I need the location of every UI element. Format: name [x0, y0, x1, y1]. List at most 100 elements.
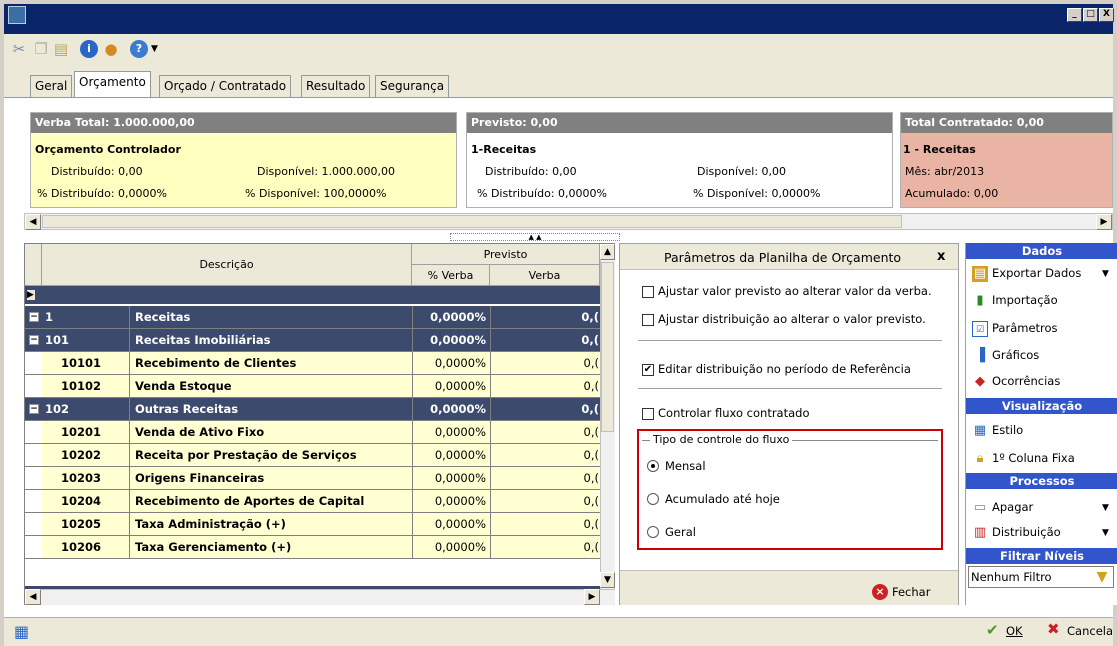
row-pct-verba[interactable]: 0,0000%	[413, 513, 486, 535]
radio-mensal[interactable]	[647, 460, 659, 472]
radio-acumulado[interactable]	[647, 493, 659, 505]
grid-scroll-down-button[interactable]: ▼	[600, 572, 615, 588]
col-verba-header[interactable]: Verba	[490, 265, 600, 286]
row-verba[interactable]: 0,(	[491, 421, 599, 443]
row-verba[interactable]: 0,(	[491, 536, 599, 558]
row-pct-verba[interactable]: 0,0000%	[413, 352, 486, 374]
table-row[interactable]: 10201 Venda de Ativo Fixo 0,0000% 0,(	[25, 421, 600, 444]
opt2-checkbox[interactable]	[642, 314, 654, 326]
sidebar-item-ocorrencias[interactable]: ◆ Ocorrências	[972, 371, 1060, 391]
grid-scroll-left-button[interactable]: ◀	[25, 589, 41, 605]
col-pct-verba-header[interactable]: % Verba	[412, 265, 490, 286]
table-row[interactable]: 10202 Receita por Prestação de Serviços 0,…	[25, 444, 600, 467]
column-divider	[129, 513, 130, 536]
selected-row[interactable]	[25, 286, 600, 304]
table-row[interactable]: 10102 Venda Estoque 0,0000% 0,(	[25, 375, 600, 398]
table-row[interactable]: 10205 Taxa Administração (+) 0,0000% 0,(	[25, 513, 600, 536]
sidebar-item-exportar[interactable]: ▤ Exportar Dados	[972, 263, 1081, 283]
maximize-button[interactable]: □	[1083, 8, 1098, 22]
sidebar-item-distribuicao[interactable]: ▥ Distribuição	[972, 522, 1061, 542]
info-icon[interactable]: i	[80, 40, 98, 58]
contratado-card-head: Total Contratado: 0,00	[901, 113, 1112, 133]
table-row[interactable]: −101 Receitas Imobiliárias 0,0000% 0,(	[25, 329, 600, 352]
fechar-icon[interactable]: ×	[872, 584, 888, 600]
previsto-disponivel: Disponível: 0,00	[697, 165, 787, 178]
grid-scroll-right-button[interactable]: ▶	[584, 589, 600, 605]
scroll-left-button[interactable]: ◀	[25, 214, 41, 230]
row-verba[interactable]: 0,(	[491, 513, 599, 535]
row-pct-verba[interactable]: 0,0000%	[413, 375, 486, 397]
sidebar-item-coluna-fixa[interactable]: 🔒︎ 1º Coluna Fixa	[972, 448, 1075, 468]
table-row[interactable]: 10206 Taxa Gerenciamento (+) 0,0000% 0,(	[25, 536, 600, 559]
grid-scroll-thumb[interactable]	[601, 262, 614, 432]
row-verba[interactable]: 0,(	[491, 467, 599, 489]
row-pct-verba[interactable]: 0,0000%	[413, 306, 486, 328]
exportar-dropdown-arrow-icon[interactable]: ▼	[1102, 269, 1109, 279]
distribuicao-dropdown-arrow-icon[interactable]: ▼	[1102, 528, 1109, 538]
filtro-value: Nenhum Filtro	[971, 570, 1052, 584]
collapse-icon[interactable]: −	[29, 335, 39, 345]
row-pct-verba[interactable]: 0,0000%	[413, 536, 486, 558]
tab-orcado-contratado[interactable]: Orçado / Contratado	[159, 75, 292, 97]
cancel-icon[interactable]: ✖	[1047, 620, 1060, 638]
row-pct-verba[interactable]: 0,0000%	[413, 421, 486, 443]
row-verba[interactable]: 0,(	[491, 444, 599, 466]
opt1-checkbox[interactable]	[642, 286, 654, 298]
user-icon[interactable]: ●	[102, 40, 120, 58]
ok-icon[interactable]: ✔	[986, 621, 999, 639]
row-pct-verba[interactable]: 0,0000%	[413, 490, 486, 512]
table-row[interactable]: 10101 Recebimento de Clientes 0,0000% 0,(	[25, 352, 600, 375]
row-verba[interactable]: 0,(	[491, 490, 599, 512]
distribuicao-label: Distribuição	[992, 525, 1061, 539]
row-verba[interactable]: 0,(	[491, 352, 599, 374]
table-row[interactable]: 10203 Origens Financeiras 0,0000% 0,(	[25, 467, 600, 490]
scroll-right-button[interactable]: ▶	[1096, 214, 1112, 230]
splitter-handle[interactable]: ▲ ▲	[450, 233, 620, 241]
grid-scroll-up-button[interactable]: ▲	[600, 244, 615, 260]
row-pct-verba[interactable]: 0,0000%	[413, 398, 486, 420]
cards-scroll-thumb[interactable]	[42, 215, 902, 228]
opt3-checkbox[interactable]: ✔	[642, 364, 654, 376]
sidebar-item-parametros[interactable]: ☑ Parâmetros	[972, 318, 1058, 338]
row-verba[interactable]: 0,(	[491, 375, 599, 397]
help-icon[interactable]: ?	[130, 40, 148, 58]
tab-geral[interactable]: Geral	[30, 75, 73, 97]
copy-icon[interactable]: ❐	[32, 40, 50, 58]
row-verba[interactable]: 0,(	[491, 329, 599, 351]
col-descricao-header[interactable]: Descrição	[42, 244, 412, 286]
verba-pct-distribuido: % Distribuído: 0,0000%	[37, 187, 167, 200]
row-pct-verba[interactable]: 0,0000%	[413, 444, 486, 466]
grid-horizontal-scrollbar[interactable]	[25, 589, 615, 605]
tab-orcamento[interactable]: Orçamento	[74, 71, 151, 98]
table-row[interactable]: 10204 Recebimento de Aportes de Capital 0,…	[25, 490, 600, 513]
close-window-button[interactable]: X	[1099, 8, 1114, 22]
tab-resultado[interactable]: Resultado	[301, 75, 371, 97]
ok-button[interactable]: OK	[1006, 624, 1023, 638]
fechar-button[interactable]: Fechar	[892, 585, 930, 599]
cut-icon[interactable]: ✂	[10, 40, 28, 58]
cancel-button[interactable]: Cancela	[1067, 624, 1113, 638]
help-dropdown-arrow-icon[interactable]: ▼	[151, 44, 158, 54]
row-pct-verba[interactable]: 0,0000%	[413, 329, 486, 351]
collapse-icon[interactable]: −	[29, 404, 39, 414]
sidebar-item-apagar[interactable]: ▭ Apagar	[972, 497, 1033, 517]
collapse-icon[interactable]: −	[29, 312, 39, 322]
minimize-button[interactable]: _	[1067, 8, 1082, 22]
opt4-checkbox[interactable]	[642, 408, 654, 420]
graficos-label: Gráficos	[992, 348, 1040, 362]
table-row[interactable]: −1 Receitas 0,0000% 0,(	[25, 306, 600, 329]
sidebar-item-estilo[interactable]: ▦ Estilo	[972, 420, 1023, 440]
row-pct-verba[interactable]: 0,0000%	[413, 467, 486, 489]
tab-seguranca[interactable]: Segurança	[375, 75, 450, 97]
radio-geral[interactable]	[647, 526, 659, 538]
apagar-dropdown-arrow-icon[interactable]: ▼	[1102, 503, 1109, 513]
sidebar-item-importacao[interactable]: ▮ Importação	[972, 290, 1057, 310]
col-previsto-header[interactable]: Previsto	[412, 244, 600, 265]
params-close-button[interactable]: x	[937, 249, 945, 264]
row-verba[interactable]: 0,(	[491, 398, 599, 420]
table-row[interactable]: −102 Outras Receitas 0,0000% 0,(	[25, 398, 600, 421]
paste-icon[interactable]: ▤	[52, 40, 70, 58]
sidebar-item-graficos[interactable]: ▐ Gráficos	[972, 345, 1039, 365]
row-verba[interactable]: 0,(	[491, 306, 599, 328]
filter-icon[interactable]: ▼	[1093, 569, 1111, 585]
